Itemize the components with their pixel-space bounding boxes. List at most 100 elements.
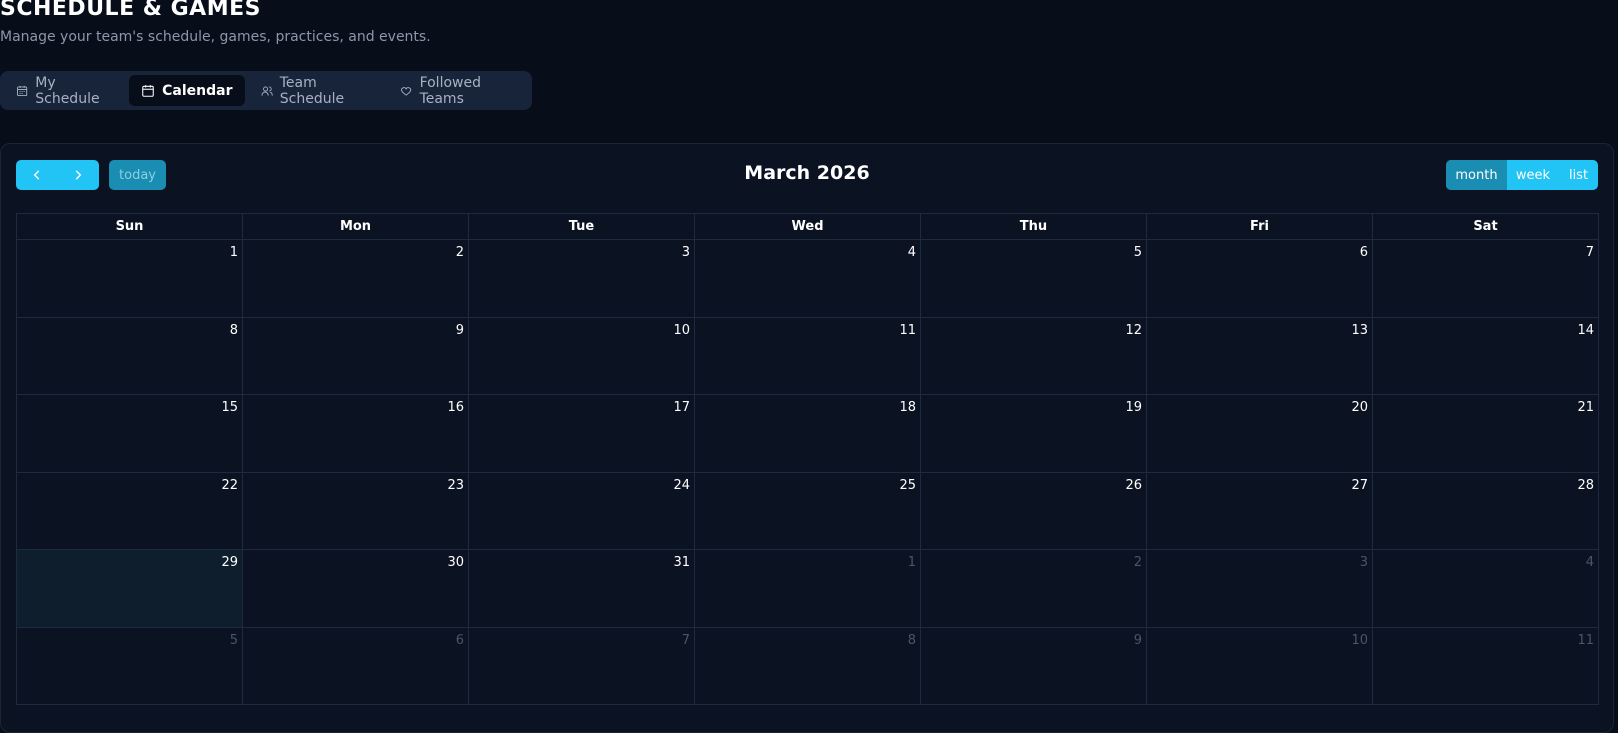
day-number[interactable]: 8 — [908, 633, 916, 648]
day-number[interactable]: 14 — [1577, 323, 1594, 338]
day-number[interactable]: 22 — [221, 478, 238, 493]
schedule-tabs: My Schedule Calendar Team Schedule Follo… — [0, 71, 532, 110]
day-number[interactable]: 2 — [456, 245, 464, 260]
day-cell[interactable]: 26 — [921, 472, 1147, 549]
day-number[interactable]: 17 — [673, 400, 690, 415]
day-cell[interactable]: 2 — [921, 550, 1147, 627]
day-cell[interactable]: 1 — [695, 550, 921, 627]
day-number[interactable]: 3 — [1360, 555, 1368, 570]
day-number[interactable]: 19 — [1125, 400, 1142, 415]
day-number[interactable]: 23 — [447, 478, 464, 493]
day-number[interactable]: 7 — [1586, 245, 1594, 260]
day-cell[interactable]: 25 — [695, 472, 921, 549]
day-number[interactable]: 26 — [1125, 478, 1142, 493]
day-cell[interactable]: 6 — [243, 627, 469, 705]
day-number[interactable]: 10 — [1351, 633, 1368, 648]
day-number[interactable]: 7 — [682, 633, 690, 648]
day-number[interactable]: 4 — [1586, 555, 1594, 570]
day-cell[interactable]: 27 — [1147, 472, 1373, 549]
tab-my-schedule[interactable]: My Schedule — [4, 75, 125, 107]
day-number[interactable]: 10 — [673, 323, 690, 338]
day-number[interactable]: 9 — [456, 323, 464, 338]
day-cell[interactable]: 13 — [1147, 317, 1373, 394]
day-cell[interactable]: 8 — [17, 317, 243, 394]
day-cell[interactable]: 3 — [1147, 550, 1373, 627]
day-number[interactable]: 5 — [230, 633, 238, 648]
day-cell[interactable]: 30 — [243, 550, 469, 627]
day-cell[interactable]: 23 — [243, 472, 469, 549]
day-number[interactable]: 30 — [447, 555, 464, 570]
day-cell[interactable]: 5 — [921, 240, 1147, 317]
day-cell[interactable]: 11 — [1373, 628, 1598, 706]
day-cell[interactable]: 4 — [1373, 550, 1598, 627]
day-cell[interactable]: 9 — [243, 317, 469, 394]
day-cell[interactable]: 2 — [243, 240, 469, 317]
day-cell[interactable]: 6 — [1147, 240, 1373, 317]
month-grid: Sun Mon Tue Wed Thu Fri Sat 1 2 3 4 5 6 7 8 9 10 11 12 13 1… — [16, 213, 1599, 705]
day-number[interactable]: 8 — [230, 323, 238, 338]
day-cell[interactable]: 4 — [695, 240, 921, 317]
day-cell[interactable]: 14 — [1373, 318, 1598, 395]
day-cell[interactable]: 9 — [921, 627, 1147, 705]
day-number[interactable]: 28 — [1577, 478, 1594, 493]
day-cell[interactable]: 10 — [469, 317, 695, 394]
day-number[interactable]: 6 — [456, 633, 464, 648]
day-cell[interactable]: 11 — [695, 317, 921, 394]
day-cell[interactable]: 1 — [17, 240, 243, 317]
day-cell[interactable]: 20 — [1147, 395, 1373, 472]
day-number[interactable]: 1 — [908, 555, 916, 570]
day-cell[interactable]: 17 — [469, 395, 695, 472]
day-number[interactable]: 11 — [1577, 633, 1594, 648]
day-number[interactable]: 2 — [1134, 555, 1142, 570]
day-cell-today[interactable]: 29 — [17, 550, 243, 627]
day-cell[interactable]: 16 — [243, 395, 469, 472]
day-cell[interactable]: 21 — [1373, 395, 1598, 472]
week-row: 22 23 24 25 26 27 28 — [17, 472, 1598, 550]
calendar-card: today March 2026 month week list Sun Mon T… — [0, 143, 1614, 733]
day-number[interactable]: 15 — [221, 400, 238, 415]
day-cell[interactable]: 8 — [695, 627, 921, 705]
day-cell[interactable]: 7 — [469, 627, 695, 705]
day-number[interactable]: 3 — [682, 245, 690, 260]
day-cell[interactable]: 22 — [17, 472, 243, 549]
day-number[interactable]: 25 — [899, 478, 916, 493]
weekday-header-row: Sun Mon Tue Wed Thu Fri Sat — [17, 214, 1598, 240]
week-row: 15 16 17 18 19 20 21 — [17, 395, 1598, 473]
tab-team-schedule[interactable]: Team Schedule — [249, 75, 385, 107]
weekday-header: Tue — [469, 214, 695, 239]
tab-followed-teams[interactable]: Followed Teams — [388, 75, 528, 107]
day-cell[interactable]: 3 — [469, 240, 695, 317]
day-number[interactable]: 12 — [1125, 323, 1142, 338]
day-number[interactable]: 13 — [1351, 323, 1368, 338]
day-cell[interactable]: 7 — [1373, 240, 1598, 317]
day-number[interactable]: 20 — [1351, 400, 1368, 415]
day-number[interactable]: 21 — [1577, 400, 1594, 415]
day-number[interactable]: 9 — [1134, 633, 1142, 648]
day-cell[interactable]: 10 — [1147, 627, 1373, 705]
view-list-button[interactable]: list — [1559, 160, 1598, 190]
weekday-header: Mon — [243, 214, 469, 239]
day-cell[interactable]: 28 — [1373, 473, 1598, 550]
day-cell[interactable]: 12 — [921, 317, 1147, 394]
day-number[interactable]: 16 — [447, 400, 464, 415]
day-number[interactable]: 27 — [1351, 478, 1368, 493]
day-number[interactable]: 1 — [230, 245, 238, 260]
day-number[interactable]: 6 — [1360, 245, 1368, 260]
tab-calendar[interactable]: Calendar — [129, 75, 245, 106]
day-number[interactable]: 4 — [908, 245, 916, 260]
week-row: 1 2 3 4 5 6 7 — [17, 240, 1598, 318]
day-cell[interactable]: 24 — [469, 472, 695, 549]
day-cell[interactable]: 31 — [469, 550, 695, 627]
day-number[interactable]: 29 — [221, 555, 238, 570]
day-number[interactable]: 18 — [899, 400, 916, 415]
day-number[interactable]: 11 — [899, 323, 916, 338]
day-number[interactable]: 5 — [1134, 245, 1142, 260]
day-cell[interactable]: 15 — [17, 395, 243, 472]
view-week-button[interactable]: week — [1507, 160, 1559, 190]
view-month-button[interactable]: month — [1446, 160, 1507, 190]
day-number[interactable]: 24 — [673, 478, 690, 493]
day-cell[interactable]: 5 — [17, 627, 243, 705]
day-cell[interactable]: 18 — [695, 395, 921, 472]
day-number[interactable]: 31 — [673, 555, 690, 570]
day-cell[interactable]: 19 — [921, 395, 1147, 472]
